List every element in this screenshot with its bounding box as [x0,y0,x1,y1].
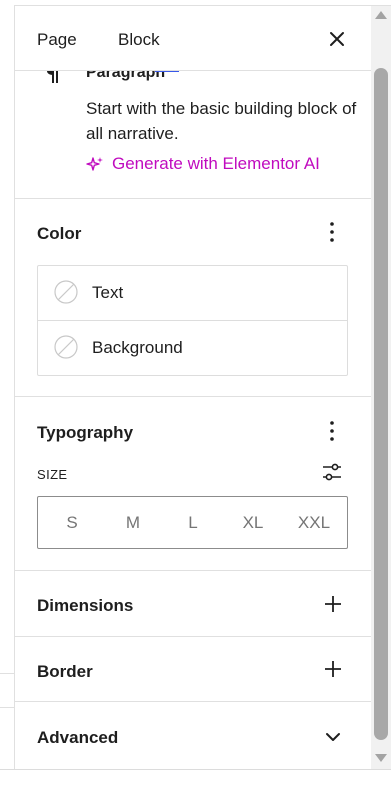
editor-canvas-edge [0,0,14,796]
advanced-section-title[interactable]: Advanced [37,728,118,748]
scroll-down-arrow-icon[interactable] [375,754,387,762]
size-option-l[interactable]: L [173,513,213,533]
font-size-toggle-group: S M L XL XXL [37,496,348,549]
block-settings-sidebar: Paragraph Start with the basic building … [14,6,371,769]
color-settings-box: Text Background [37,265,348,376]
tab-block[interactable]: Block [118,30,160,50]
background-color-item[interactable]: Background [38,321,347,375]
section-divider [15,636,371,637]
canvas-line [0,707,14,708]
size-option-m[interactable]: M [113,513,153,533]
ai-link-label: Generate with Elementor AI [112,154,320,173]
chevron-down-icon[interactable] [322,726,344,748]
typography-options-menu-icon[interactable] [320,419,344,443]
color-section-title: Color [37,224,82,243]
dimensions-section-title[interactable]: Dimensions [37,596,133,616]
custom-size-settings-icon[interactable] [320,460,344,484]
sidebar-header: Page Block [15,6,371,71]
generate-with-ai-link[interactable]: Generate with Elementor AI [86,154,320,174]
border-section-title[interactable]: Border [37,662,93,682]
scrollbar[interactable] [371,6,391,769]
plus-icon[interactable] [322,658,344,680]
size-label: SIZE [37,467,68,482]
empty-color-swatch-icon [54,280,78,304]
section-divider [15,701,371,702]
close-icon[interactable] [324,26,350,52]
section-divider [15,396,371,397]
empty-color-swatch-icon [54,335,78,359]
size-option-xxl[interactable]: XXL [294,513,334,533]
background-color-label: Background [92,338,183,357]
bottom-divider [0,769,391,770]
size-option-xl[interactable]: XL [233,513,273,533]
size-option-s[interactable]: S [52,513,92,533]
text-color-item[interactable]: Text [38,266,347,321]
typography-section-title: Typography [37,423,134,442]
sparkle-icon [86,157,103,171]
section-divider [15,570,371,571]
color-options-menu-icon[interactable] [320,220,344,244]
tab-page[interactable]: Page [37,30,77,50]
text-color-label: Text [92,283,124,302]
block-description: Start with the basic building block of a… [86,99,357,143]
scroll-up-arrow-icon[interactable] [375,11,387,19]
canvas-line [0,673,14,674]
scrollbar-thumb[interactable] [374,68,388,740]
plus-icon[interactable] [322,593,344,615]
